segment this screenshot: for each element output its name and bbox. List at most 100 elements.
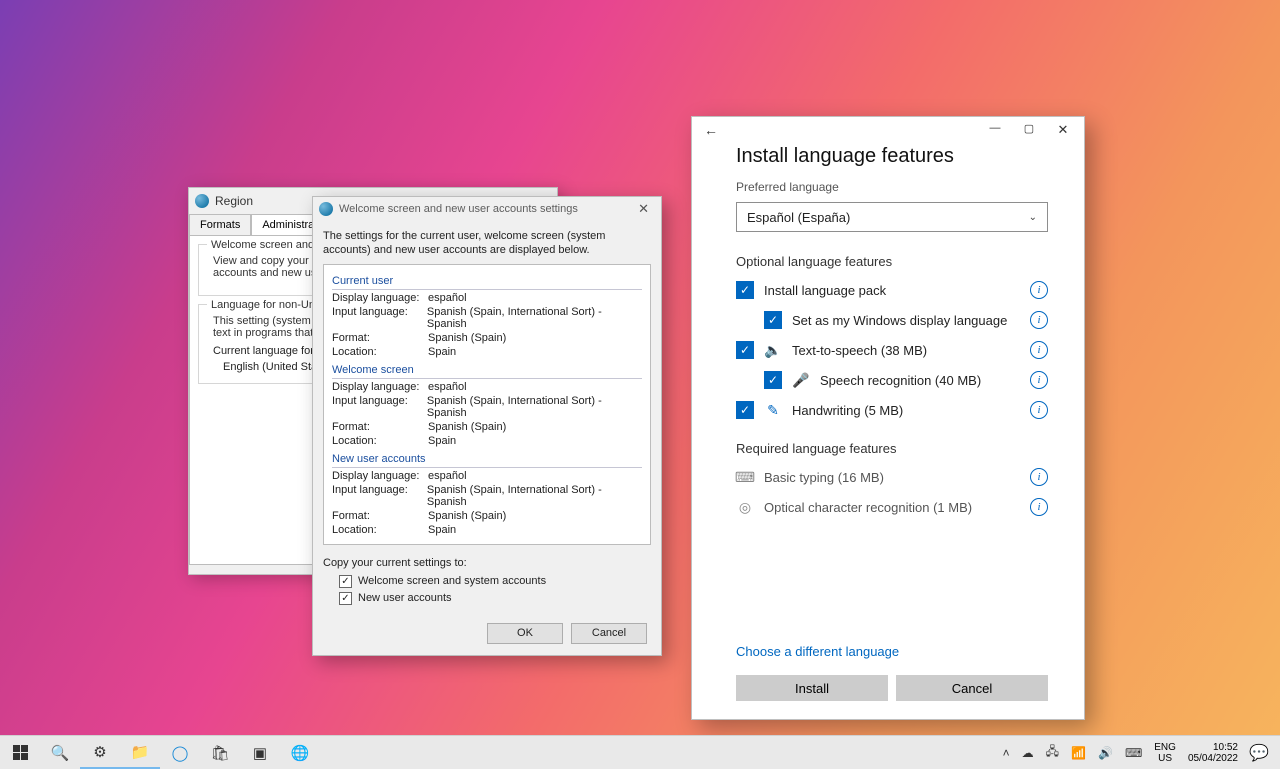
ocr-icon: ◎ (736, 498, 754, 516)
welcome-dialog: Welcome screen and new user accounts set… (312, 196, 662, 656)
language-features-dialog: ← — ▢ ✕ Install language features Prefer… (691, 116, 1085, 720)
label-input-language: Input language: (332, 306, 427, 330)
label-display-language: Display language: (332, 470, 428, 482)
value-format: Spanish (Spain) (428, 510, 506, 522)
taskbar-edge[interactable]: ◯ (160, 736, 200, 769)
checkbox-label: New user accounts (358, 592, 452, 604)
feature-label: Handwriting (5 MB) (792, 403, 903, 418)
checkbox-new-user[interactable]: ✓ New user accounts (339, 592, 651, 605)
value-format: Spanish (Spain) (428, 332, 506, 344)
tray-onedrive-icon[interactable]: ☁ (1016, 746, 1040, 760)
info-icon[interactable]: i (1030, 468, 1048, 486)
feature-speech-recognition: ✓ 🎤 Speech recognition (40 MB) i (764, 371, 1048, 389)
tray-language[interactable]: ENG US (1148, 742, 1182, 764)
value-location: Spain (428, 346, 456, 358)
label-format: Format: (332, 332, 428, 344)
taskbar-explorer[interactable]: 📁 (120, 736, 160, 769)
taskbar-globe[interactable]: 🌐 (280, 736, 320, 769)
label-format: Format: (332, 421, 428, 433)
pen-icon: ✎ (764, 401, 782, 419)
feature-tts: ✓ 🔈 Text-to-speech (38 MB) i (736, 341, 1048, 359)
checkbox-icon: ✓ (339, 575, 352, 588)
maximize-icon[interactable]: ▢ (1012, 122, 1046, 138)
ok-button[interactable]: OK (487, 623, 563, 644)
label-input-language: Input language: (332, 395, 427, 419)
info-icon[interactable]: i (1030, 371, 1048, 389)
value-location: Spain (428, 435, 456, 447)
cancel-button[interactable]: Cancel (896, 675, 1048, 701)
dropdown-value: Español (España) (747, 210, 850, 225)
clock-date: 05/04/2022 (1188, 753, 1238, 764)
preferred-language-dropdown[interactable]: Español (España) ⌄ (736, 202, 1048, 232)
value-input-language: Spanish (Spain, International Sort) - Sp… (427, 306, 642, 330)
keyboard-icon: ⌨ (736, 468, 754, 486)
label-location: Location: (332, 524, 428, 536)
taskbar-settings[interactable]: ⚙ (80, 736, 120, 769)
start-button[interactable] (0, 736, 40, 769)
checkbox-set-display[interactable]: ✓ (764, 311, 782, 329)
tray-clock[interactable]: 10:52 05/04/2022 (1182, 742, 1244, 764)
info-icon[interactable]: i (1030, 401, 1048, 419)
label-display-language: Display language: (332, 381, 428, 393)
feature-label: Speech recognition (40 MB) (820, 373, 981, 388)
checkbox-handwriting[interactable]: ✓ (736, 401, 754, 419)
taskbar-store[interactable]: 🛍 (200, 736, 240, 769)
label-format: Format: (332, 510, 428, 522)
tray-volume-icon[interactable]: 🔊 (1092, 746, 1119, 760)
tray-notifications-icon[interactable]: 💬 (1244, 743, 1274, 763)
install-button[interactable]: Install (736, 675, 888, 701)
value-input-language: Spanish (Spain, International Sort) - Sp… (427, 484, 642, 508)
checkbox-speech[interactable]: ✓ (764, 371, 782, 389)
chevron-down-icon: ⌄ (1029, 212, 1037, 223)
feature-set-display-language: ✓ Set as my Windows display language i (764, 311, 1048, 329)
feature-label: Optical character recognition (1 MB) (764, 500, 972, 515)
checkbox-welcome-screen[interactable]: ✓ Welcome screen and system accounts (339, 575, 651, 588)
info-icon[interactable]: i (1030, 281, 1048, 299)
checkbox-install-pack[interactable]: ✓ (736, 281, 754, 299)
welcome-intro: The settings for the current user, welco… (323, 229, 651, 258)
info-icon[interactable]: i (1030, 498, 1048, 516)
taskbar: 🔍 ⚙ 📁 ◯ 🛍 ▣ 🌐 ˄ ☁ 🖧 📶 🔊 ⌨ ENG US 10:52 0… (0, 735, 1280, 769)
welcome-titlebar[interactable]: Welcome screen and new user accounts set… (313, 197, 661, 221)
choose-different-language-link[interactable]: Choose a different language (736, 644, 899, 659)
tray-network-icon[interactable]: 🖧 (1040, 742, 1065, 763)
required-features-heading: Required language features (736, 441, 1048, 456)
feature-label: Install language pack (764, 283, 886, 298)
tray-keyboard-icon[interactable]: ⌨ (1119, 746, 1148, 760)
close-icon[interactable]: ✕ (1046, 122, 1080, 138)
preferred-language-label: Preferred language (736, 180, 1048, 194)
optional-features-heading: Optional language features (736, 254, 1048, 269)
copy-settings-label: Copy your current settings to: (323, 557, 651, 569)
feature-label: Text-to-speech (38 MB) (792, 343, 927, 358)
feature-label: Set as my Windows display language (792, 313, 1007, 328)
info-icon[interactable]: i (1030, 341, 1048, 359)
info-icon[interactable]: i (1030, 311, 1048, 329)
value-display-language: español (428, 470, 467, 482)
close-icon[interactable]: ✕ (632, 201, 655, 217)
tray-wifi-icon[interactable]: 📶 (1065, 746, 1092, 760)
checkbox-tts[interactable]: ✓ (736, 341, 754, 359)
feature-label: Basic typing (16 MB) (764, 470, 884, 485)
feature-install-language-pack: ✓ Install language pack i (736, 281, 1048, 299)
value-display-language: español (428, 292, 467, 304)
taskbar-terminal[interactable]: ▣ (240, 736, 280, 769)
back-icon[interactable]: ← (700, 122, 722, 138)
microphone-icon: 🎤 (792, 371, 810, 389)
value-display-language: español (428, 381, 467, 393)
tab-formats[interactable]: Formats (189, 214, 251, 235)
label-location: Location: (332, 435, 428, 447)
tray-chevron-up-icon[interactable]: ˄ (997, 746, 1016, 760)
minimize-icon[interactable]: — (978, 122, 1012, 138)
lang-tag: ENG (1154, 742, 1176, 753)
region-title: Region (215, 194, 253, 208)
search-button[interactable]: 🔍 (40, 736, 80, 769)
value-format: Spanish (Spain) (428, 421, 506, 433)
label-location: Location: (332, 346, 428, 358)
cancel-button[interactable]: Cancel (571, 623, 647, 644)
lang-titlebar[interactable]: ← — ▢ ✕ (692, 117, 1084, 143)
speaker-icon: 🔈 (764, 341, 782, 359)
welcome-title: Welcome screen and new user accounts set… (339, 203, 578, 215)
lang-sub: US (1154, 753, 1176, 764)
label-display-language: Display language: (332, 292, 428, 304)
label-input-language: Input language: (332, 484, 427, 508)
